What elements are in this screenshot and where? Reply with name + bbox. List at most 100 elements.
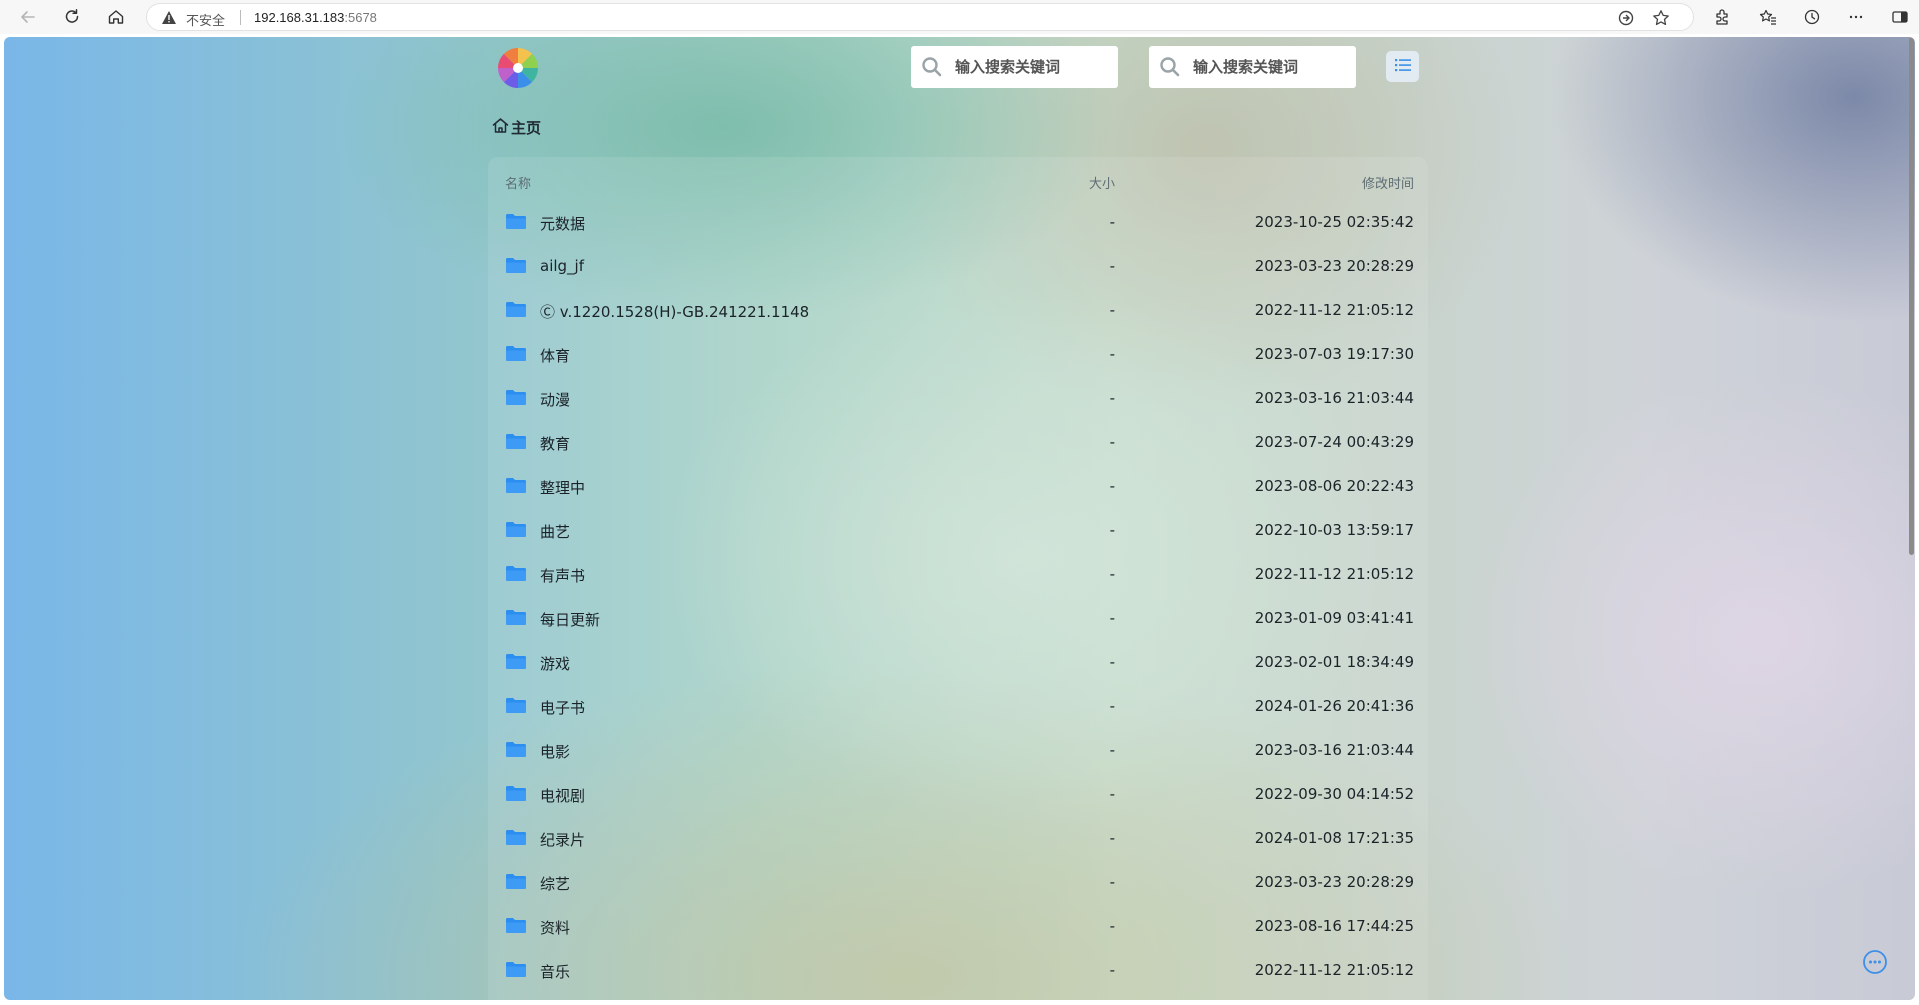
folder-icon [505,344,527,366]
file-row[interactable]: 教育 - 2023-07-24 00:43:29 [488,421,1428,465]
folder-icon [505,564,527,586]
url-text[interactable]: 192.168.31.183:5678 [254,10,377,25]
search-input-primary[interactable] [955,46,1110,88]
page-viewport: 主页 名称 大小 修改时间 元数据 - 2023-10-25 02:35:42 ail… [4,37,1915,1000]
search-box-secondary[interactable] [1149,46,1356,88]
file-name[interactable]: 电子书 [540,697,585,718]
file-row[interactable]: 曲艺 - 2022-10-03 13:59:17 [488,509,1428,553]
security-label[interactable]: 不安全 [186,10,225,29]
home-page-icon[interactable] [102,4,130,30]
site-logo[interactable] [495,45,541,91]
search-icon [921,56,943,82]
folder-icon [505,740,527,762]
breadcrumb-home-label[interactable]: 主页 [511,117,541,138]
file-modified-time: 2023-03-16 21:03:44 [1254,741,1414,759]
file-modified-time: 2023-03-16 21:03:44 [1254,389,1414,407]
file-modified-time: 2023-07-24 00:43:29 [1254,433,1414,451]
file-name[interactable]: 综艺 [540,873,570,894]
file-name[interactable]: 有声书 [540,565,585,586]
file-size: - [1109,433,1115,451]
folder-icon [505,828,527,850]
folder-icon [505,432,527,454]
list-view-toggle-button[interactable] [1386,51,1419,82]
file-modified-time: 2022-11-12 21:05:12 [1254,565,1414,583]
folder-icon [505,300,527,322]
favorites-icon[interactable] [1754,4,1782,30]
file-row[interactable]: 电子书 - 2024-01-26 20:41:36 [488,685,1428,729]
search-box-primary[interactable] [911,46,1118,88]
more-menu-icon[interactable] [1842,4,1870,30]
home-icon [492,117,509,138]
file-name[interactable]: 游戏 [540,653,570,674]
file-row[interactable]: 音乐 - 2022-11-12 21:05:12 [488,949,1428,993]
file-name[interactable]: Ⓒ v.1220.1528(H)-GB.241221.1148 [540,301,809,322]
folder-icon [505,520,527,542]
search-input-secondary[interactable] [1193,46,1348,88]
column-header-modified[interactable]: 修改时间 [1362,173,1414,192]
file-row[interactable]: Ⓒ v.1220.1528(H)-GB.241221.1148 - 2022-11-… [488,289,1428,333]
file-modified-time: 2024-01-08 17:21:35 [1254,829,1414,847]
folder-icon [505,960,527,982]
reload-icon[interactable] [58,4,86,30]
file-modified-time: 2023-08-06 20:22:43 [1254,477,1414,495]
folder-icon [505,256,527,278]
file-name[interactable]: 电影 [540,741,570,762]
file-name[interactable]: 曲艺 [540,521,570,542]
file-name[interactable]: 每日更新 [540,609,600,630]
url-host: 192.168.31.183 [254,10,345,25]
file-name[interactable]: ailg_jf [540,257,584,275]
file-name[interactable]: 电视剧 [540,785,585,806]
file-row[interactable]: 有声书 - 2022-11-12 21:05:12 [488,553,1428,597]
file-row[interactable]: 元数据 - 2023-10-25 02:35:42 [488,201,1428,245]
file-size: - [1109,389,1115,407]
file-name[interactable]: 纪录片 [540,829,585,850]
folder-icon [505,476,527,498]
file-name[interactable]: 音乐 [540,961,570,982]
file-row[interactable]: 电影 - 2023-03-16 21:03:44 [488,729,1428,773]
more-options-button[interactable] [1862,949,1888,975]
file-row[interactable]: 体育 - 2023-07-03 19:17:30 [488,333,1428,377]
sidebar-toggle-icon[interactable] [1886,4,1914,30]
file-size: - [1109,301,1115,319]
folder-icon [505,696,527,718]
column-header-size[interactable]: 大小 [1089,173,1115,192]
star-icon[interactable] [1652,9,1670,31]
file-row[interactable]: ailg_jf - 2023-03-23 20:28:29 [488,245,1428,289]
file-row[interactable]: 整理中 - 2023-08-06 20:22:43 [488,465,1428,509]
file-name[interactable]: 动漫 [540,389,570,410]
file-name[interactable]: 体育 [540,345,570,366]
file-size: - [1109,565,1115,583]
file-modified-time: 2022-11-12 21:05:12 [1254,961,1414,979]
file-row[interactable]: 纪录片 - 2024-01-08 17:21:35 [488,817,1428,861]
file-size: - [1109,653,1115,671]
history-icon[interactable] [1798,4,1826,30]
folder-icon [505,872,527,894]
folder-icon [505,608,527,630]
file-name[interactable]: 整理中 [540,477,585,498]
file-name[interactable]: 教育 [540,433,570,454]
file-row[interactable]: 资料 - 2023-08-16 17:44:25 [488,905,1428,949]
browser-toolbar: 不安全 192.168.31.183:5678 [0,0,1919,34]
breadcrumb[interactable]: 主页 [492,116,541,138]
file-row[interactable]: 综艺 - 2023-03-23 20:28:29 [488,861,1428,905]
file-row[interactable]: 电视剧 - 2022-09-30 04:14:52 [488,773,1428,817]
file-name[interactable]: 元数据 [540,213,585,234]
extensions-icon[interactable] [1708,4,1736,30]
file-row[interactable]: 每日更新 - 2023-01-09 03:41:41 [488,597,1428,641]
warning-icon [161,10,177,29]
file-name[interactable]: 资料 [540,917,570,938]
file-modified-time: 2022-09-30 04:14:52 [1254,785,1414,803]
file-row[interactable]: 动漫 - 2023-03-16 21:03:44 [488,377,1428,421]
back-icon[interactable] [14,4,42,30]
read-aloud-icon[interactable] [1617,9,1635,31]
file-size: - [1109,213,1115,231]
file-modified-time: 2023-10-25 02:35:42 [1254,213,1414,231]
vertical-scrollbar[interactable] [1909,37,1915,1000]
scrollbar-thumb[interactable] [1909,37,1914,555]
column-header-name[interactable]: 名称 [505,173,531,192]
more-options-icon [1862,950,1888,979]
folder-icon [505,916,527,938]
file-modified-time: 2023-03-23 20:28:29 [1254,257,1414,275]
address-bar[interactable]: 不安全 192.168.31.183:5678 [146,3,1694,31]
file-row[interactable]: 游戏 - 2023-02-01 18:34:49 [488,641,1428,685]
